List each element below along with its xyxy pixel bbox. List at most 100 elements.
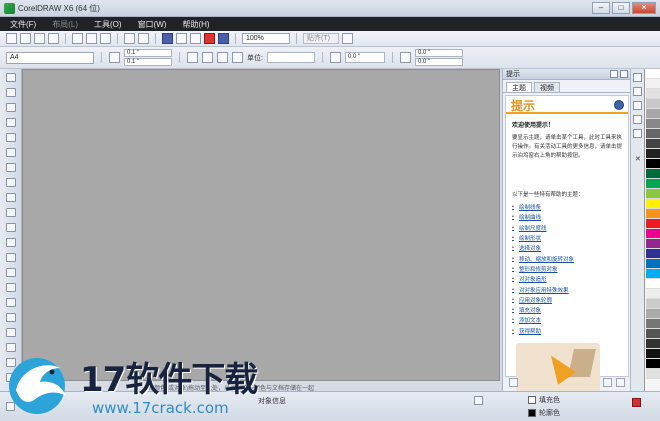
tab-topics[interactable]: 主题 bbox=[506, 82, 532, 92]
units-select[interactable] bbox=[266, 52, 315, 63]
color-swatch[interactable] bbox=[646, 359, 660, 369]
close-button[interactable]: ✕ bbox=[632, 2, 656, 14]
hint-topic-link[interactable]: 获得帮助 bbox=[512, 326, 574, 336]
back-arrow-icon[interactable] bbox=[603, 378, 612, 387]
interactive-fill-tool-icon[interactable] bbox=[6, 358, 16, 367]
all-pages-icon[interactable] bbox=[217, 52, 228, 63]
color-swatch[interactable] bbox=[646, 329, 660, 339]
color-swatch[interactable] bbox=[646, 259, 660, 269]
align-icon[interactable] bbox=[633, 115, 642, 124]
hint-topic-link[interactable]: 绘制尺度线 bbox=[512, 223, 574, 233]
color-swatch[interactable] bbox=[646, 279, 660, 289]
color-swatch[interactable] bbox=[646, 189, 660, 199]
color-swatch[interactable] bbox=[646, 89, 660, 99]
lock-icon[interactable] bbox=[509, 378, 518, 387]
shape-tool-icon[interactable] bbox=[6, 88, 16, 97]
page-height-field[interactable]: 0.1 " bbox=[124, 58, 172, 66]
docker-close-icon[interactable] bbox=[620, 70, 628, 78]
snap-to-dropdown[interactable]: 贴齐(T) bbox=[303, 33, 339, 44]
transparency-tool-icon[interactable] bbox=[6, 298, 16, 307]
blend-tool-icon[interactable] bbox=[6, 283, 16, 292]
color-swatch[interactable] bbox=[646, 209, 660, 219]
import-icon[interactable] bbox=[176, 33, 187, 44]
pick-tool-icon[interactable] bbox=[6, 73, 16, 82]
hint-topic-link[interactable]: 选择对象 bbox=[512, 243, 574, 253]
copy-icon[interactable] bbox=[86, 33, 97, 44]
menu-layout[interactable]: 布局(L) bbox=[52, 19, 78, 30]
paste-icon[interactable] bbox=[100, 33, 111, 44]
text-tool-icon[interactable] bbox=[6, 223, 16, 232]
docker-menu-icon[interactable] bbox=[610, 70, 618, 78]
hints-tab-icon[interactable] bbox=[633, 101, 642, 110]
publish-pdf-icon[interactable] bbox=[204, 33, 215, 44]
polygon-tool-icon[interactable] bbox=[6, 193, 16, 202]
color-swatch[interactable] bbox=[646, 79, 660, 89]
hint-topic-link[interactable]: 整形和修剪对象 bbox=[512, 264, 574, 274]
fill-tool-icon[interactable] bbox=[6, 343, 16, 352]
color-swatch[interactable] bbox=[646, 119, 660, 129]
cut-icon[interactable] bbox=[72, 33, 83, 44]
hint-topic-link[interactable]: 绘制曲线 bbox=[512, 212, 574, 222]
menu-help[interactable]: 帮助(H) bbox=[182, 19, 209, 30]
object-manager-icon[interactable] bbox=[633, 73, 642, 82]
tab-videos[interactable]: 视频 bbox=[534, 82, 560, 92]
color-swatch[interactable] bbox=[646, 159, 660, 169]
crop-tool-icon[interactable] bbox=[6, 103, 16, 112]
color-swatch[interactable] bbox=[646, 309, 660, 319]
dimension-tool-icon[interactable] bbox=[6, 253, 16, 262]
color-swatch[interactable] bbox=[646, 69, 660, 79]
close-docker-icon[interactable]: ✕ bbox=[635, 155, 641, 163]
hint-topic-link[interactable]: 绘制形状 bbox=[512, 233, 574, 243]
table-tool-icon[interactable] bbox=[6, 238, 16, 247]
menu-file[interactable]: 文件(F) bbox=[10, 19, 36, 30]
connector-tool-icon[interactable] bbox=[6, 268, 16, 277]
search-content-icon[interactable] bbox=[162, 33, 173, 44]
color-swatch[interactable] bbox=[646, 229, 660, 239]
portrait-orientation-icon[interactable] bbox=[187, 52, 198, 63]
page-size-select[interactable]: A4 bbox=[6, 51, 94, 64]
hint-topic-link[interactable]: 绘制线条 bbox=[512, 202, 574, 212]
transform-icon[interactable] bbox=[633, 129, 642, 138]
color-swatch[interactable] bbox=[646, 239, 660, 249]
hint-topic-link[interactable]: 移动、缩放和旋转对象 bbox=[512, 253, 574, 263]
duplicate-x-field[interactable]: 0.0 " bbox=[414, 49, 463, 57]
ellipse-tool-icon[interactable] bbox=[6, 178, 16, 187]
color-swatch[interactable] bbox=[646, 169, 660, 179]
basic-shapes-tool-icon[interactable] bbox=[6, 208, 16, 217]
print-icon[interactable] bbox=[48, 33, 59, 44]
open-folder-icon[interactable] bbox=[20, 33, 31, 44]
menu-window[interactable]: 窗口(W) bbox=[138, 19, 167, 30]
hint-topic-link[interactable]: 应用对象轮廓 bbox=[512, 295, 574, 305]
color-swatch[interactable] bbox=[646, 129, 660, 139]
color-swatch[interactable] bbox=[646, 369, 660, 379]
help-arrow-icon[interactable] bbox=[614, 100, 624, 110]
menu-tools[interactable]: 工具(O) bbox=[94, 19, 122, 30]
color-swatch[interactable] bbox=[646, 269, 660, 279]
hint-topic-link[interactable]: 填充对象 bbox=[512, 305, 574, 315]
color-proof-icon[interactable] bbox=[474, 396, 483, 405]
mesh-fill-tool-icon[interactable] bbox=[6, 373, 16, 382]
options-gear-icon[interactable] bbox=[342, 33, 353, 44]
hint-topic-link[interactable]: 添加文本 bbox=[512, 315, 574, 325]
save-icon[interactable] bbox=[34, 33, 45, 44]
object-properties-icon[interactable] bbox=[633, 87, 642, 96]
color-swatch[interactable] bbox=[646, 299, 660, 309]
color-swatch[interactable] bbox=[646, 149, 660, 159]
outline-pen-tool-icon[interactable] bbox=[6, 328, 16, 337]
current-page-icon[interactable] bbox=[232, 52, 243, 63]
zoom-tool-icon[interactable] bbox=[6, 118, 16, 127]
nudge-distance-field[interactable]: 0.0 " bbox=[344, 52, 385, 63]
hint-topic-link[interactable]: 对对象造形 bbox=[512, 274, 574, 284]
color-swatch[interactable] bbox=[646, 249, 660, 259]
landscape-orientation-icon[interactable] bbox=[202, 52, 213, 63]
color-swatch[interactable] bbox=[646, 339, 660, 349]
hint-topic-link[interactable]: 对对象应用特殊效果 bbox=[512, 284, 574, 294]
color-swatch[interactable] bbox=[646, 289, 660, 299]
zoom-level-select[interactable]: 100% bbox=[242, 33, 290, 44]
new-document-icon[interactable] bbox=[6, 33, 17, 44]
rectangle-tool-icon[interactable] bbox=[6, 163, 16, 172]
drawing-canvas[interactable] bbox=[22, 69, 500, 381]
duplicate-y-field[interactable]: 0.0 " bbox=[414, 58, 463, 66]
page-width-field[interactable]: 0.1 " bbox=[124, 49, 172, 57]
edit-outline-icon[interactable] bbox=[632, 398, 641, 407]
